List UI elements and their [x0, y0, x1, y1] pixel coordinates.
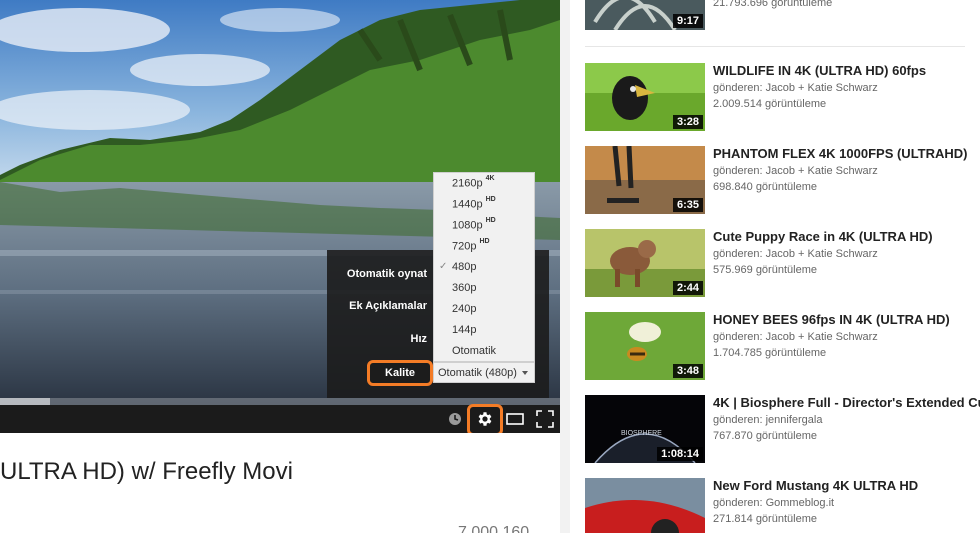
video-view-count: 7.000.160	[458, 524, 530, 533]
related-video-item[interactable]: 2:44 Cute Puppy Race in 4K (ULTRA HD) gö…	[585, 229, 980, 299]
checkmark-icon: ✓	[439, 261, 448, 272]
related-video-item[interactable]: 3:28 WILDLIFE IN 4K (ULTRA HD) 60fps gön…	[585, 63, 980, 133]
view-count: 21.793.696 görüntüleme	[713, 0, 833, 9]
related-video-item[interactable]: New Ford Mustang 4K ULTRA HD gönderen: G…	[585, 478, 980, 533]
duration-badge: 6:35	[672, 198, 703, 212]
duration-badge: 9:17	[672, 14, 703, 28]
related-video-title[interactable]: New Ford Mustang 4K ULTRA HD	[713, 478, 918, 493]
autoplay-menu-item[interactable]: Otomatik oynat	[347, 268, 427, 280]
thumbnail-title-text: BIOSPHERE	[621, 430, 662, 437]
related-video-item[interactable]: 6:35 PHANTOM FLEX 4K 1000FPS (ULTRAHD) g…	[585, 146, 980, 216]
speed-menu-item[interactable]: Hız	[411, 333, 428, 345]
duration-badge: 3:28	[672, 115, 703, 129]
channel-name: gönderen: Jacob + Katie Schwarz	[713, 82, 878, 94]
related-video-item[interactable]: BIOSPHERE 1:08:14 4K | Biosphere Full - …	[585, 395, 980, 465]
theater-mode-icon[interactable]	[504, 408, 526, 430]
watch-later-icon[interactable]	[444, 408, 466, 430]
view-count: 1.704.785 görüntüleme	[713, 347, 827, 359]
related-video-title[interactable]: 4K | Biosphere Full - Director's Extende…	[713, 395, 980, 410]
channel-name: gönderen: Jacob + Katie Schwarz	[713, 331, 878, 343]
quality-option-1080p[interactable]: 1080p HD	[452, 217, 496, 232]
related-video-title[interactable]: HONEY BEES 96fps IN 4K (ULTRA HD)	[713, 312, 950, 327]
duration-badge: 1:08:14	[657, 447, 703, 461]
duration-badge: 3:48	[672, 364, 703, 378]
video-thumbnail[interactable]: 6:35	[585, 146, 705, 214]
quality-option-144p[interactable]: 144p	[452, 324, 476, 336]
quality-option-480p[interactable]: 480p	[452, 261, 476, 273]
quality-option-auto[interactable]: Otomatik	[452, 345, 496, 357]
quality-menu-item[interactable]: Kalite	[367, 360, 433, 386]
view-count: 698.840 görüntüleme	[713, 181, 817, 193]
channel-name: gönderen: Jacob + Katie Schwarz	[713, 165, 878, 177]
quality-option-360p[interactable]: 360p	[452, 282, 476, 294]
view-count: 2.009.514 görüntüleme	[713, 98, 827, 110]
sidebar-divider	[585, 46, 965, 47]
view-count: 271.814 görüntüleme	[713, 513, 817, 525]
video-thumbnail[interactable]	[585, 478, 705, 533]
video-thumbnail[interactable]: 9:17	[585, 0, 705, 30]
related-video-title[interactable]: WILDLIFE IN 4K (ULTRA HD) 60fps	[713, 63, 926, 78]
quality-label: Kalite	[385, 367, 415, 379]
duration-badge: 2:44	[672, 281, 703, 295]
page: Otomatik oynat Ek Açıklamalar Hız 2160p 4…	[0, 0, 980, 533]
quality-dropdown-list: 2160p 4K 1440p HD 1080p HD 720p HD ✓ 480p 36…	[433, 172, 535, 362]
view-count: 767.870 görüntüleme	[713, 430, 817, 442]
annotations-menu-item[interactable]: Ek Açıklamalar	[349, 300, 427, 312]
video-thumbnail[interactable]: 3:28	[585, 63, 705, 131]
channel-name: gönderen: jennifergala	[713, 414, 823, 426]
related-video-title[interactable]: PHANTOM FLEX 4K 1000FPS (ULTRAHD)	[713, 146, 968, 161]
video-thumbnail[interactable]: 2:44	[585, 229, 705, 297]
chevron-down-icon	[522, 371, 528, 375]
video-thumbnail[interactable]: BIOSPHERE 1:08:14	[585, 395, 705, 463]
quality-option-2160p[interactable]: 2160p 4K	[452, 175, 495, 190]
view-count: 575.969 görüntüleme	[713, 264, 817, 276]
video-title: ULTRA HD) w/ Freefly Movi	[0, 458, 293, 485]
quality-option-1440p[interactable]: 1440p HD	[452, 196, 496, 211]
column-divider	[560, 0, 570, 533]
fullscreen-icon[interactable]	[534, 408, 556, 430]
progress-bar-fill	[0, 398, 51, 405]
quality-option-720p[interactable]: 720p HD	[452, 238, 490, 253]
video-player[interactable]: Otomatik oynat Ek Açıklamalar Hız 2160p 4…	[0, 0, 560, 433]
channel-name: gönderen: Gommeblog.it	[713, 497, 835, 509]
related-video-title[interactable]: Cute Puppy Race in 4K (ULTRA HD)	[713, 229, 933, 244]
video-thumbnail[interactable]: 3:48	[585, 312, 705, 380]
channel-name: gönderen: Jacob + Katie Schwarz	[713, 248, 878, 260]
settings-highlight	[467, 404, 503, 433]
related-video-item[interactable]: 9:17 21.793.696 görüntüleme	[585, 0, 980, 32]
quality-option-240p[interactable]: 240p	[452, 303, 476, 315]
quality-select-value: Otomatik (480p)	[438, 366, 517, 379]
related-video-item[interactable]: 3:48 HONEY BEES 96fps IN 4K (ULTRA HD) g…	[585, 312, 980, 382]
quality-select[interactable]: Otomatik (480p)	[433, 362, 535, 383]
